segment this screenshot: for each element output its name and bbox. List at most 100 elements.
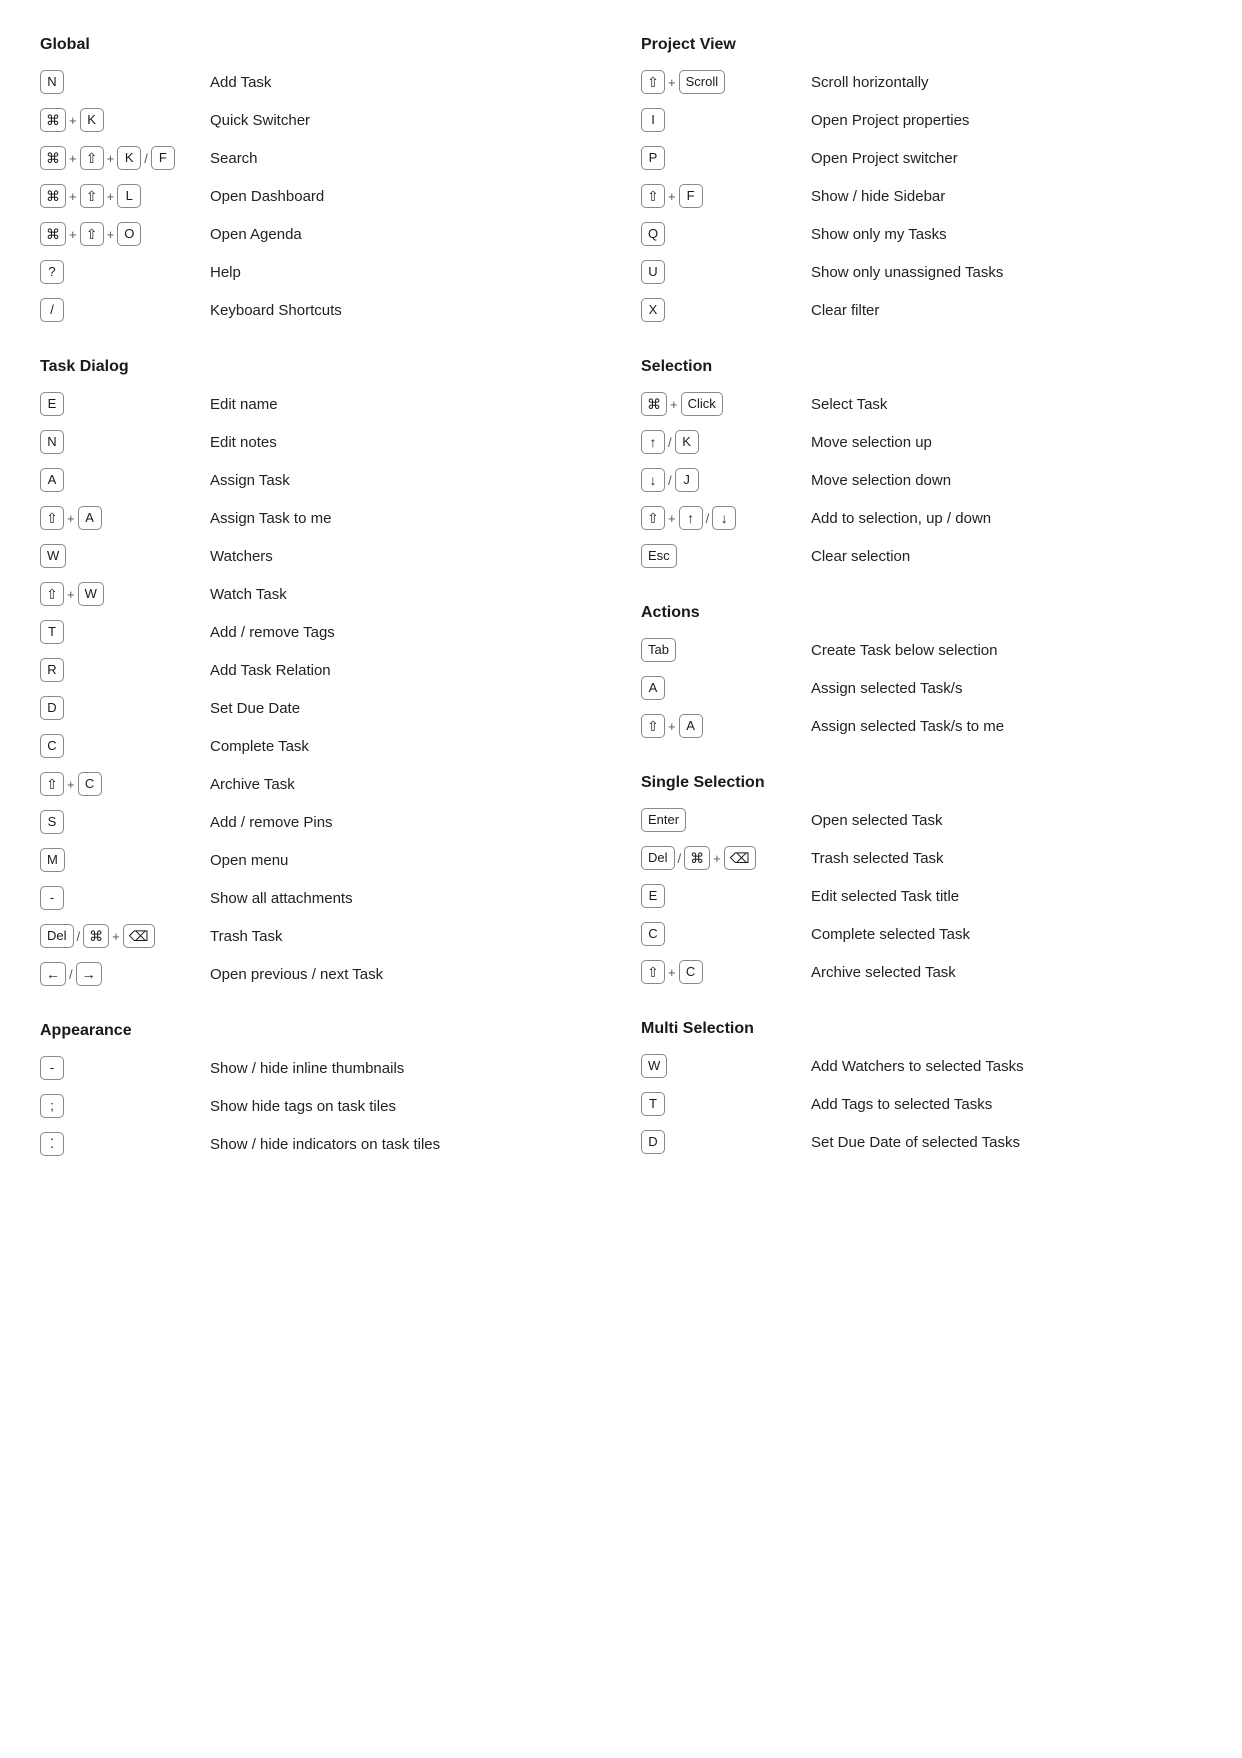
key-symbol: ⇧ — [80, 222, 104, 246]
key-separator: + — [107, 151, 115, 166]
task-dialog-title: Task Dialog — [40, 358, 601, 376]
key-label: K — [117, 146, 141, 170]
shortcut-keys: T — [641, 1092, 811, 1116]
shortcut-keys: C — [40, 734, 210, 758]
key-separator: + — [668, 511, 676, 526]
shortcut-row: XClear filter — [641, 298, 1202, 326]
shortcut-keys: ⇧+↑/↓ — [641, 506, 811, 530]
shortcut-description: Add Task — [210, 70, 601, 93]
shortcut-description: Open previous / next Task — [210, 962, 601, 985]
shortcut-keys: Esc — [641, 544, 811, 568]
key-label: O — [117, 222, 141, 246]
shortcut-description: Move selection up — [811, 430, 1202, 453]
shortcut-description: Show / hide Sidebar — [811, 184, 1202, 207]
shortcut-row: TAdd / remove Tags — [40, 620, 601, 648]
key-label: - — [40, 1056, 64, 1080]
shortcut-row: ⇧+ScrollScroll horizontally — [641, 70, 1202, 98]
key-symbol: ⇧ — [641, 506, 665, 530]
shortcut-row: ↑/KMove selection up — [641, 430, 1202, 458]
key-separator: / — [678, 851, 682, 866]
actions-title: Actions — [641, 604, 1202, 622]
shortcut-description: Show all attachments — [210, 886, 601, 909]
shortcut-description: Show only my Tasks — [811, 222, 1202, 245]
key-label: M — [40, 848, 65, 872]
shortcut-row: ⇧+AAssign Task to me — [40, 506, 601, 534]
shortcut-row: CComplete Task — [40, 734, 601, 762]
key-separator: + — [67, 511, 75, 526]
key-symbol: ⌫ — [724, 846, 756, 870]
shortcut-keys: ⇧+C — [641, 960, 811, 984]
shortcut-description: Edit selected Task title — [811, 884, 1202, 907]
shortcut-keys: N — [40, 430, 210, 454]
shortcut-keys: E — [641, 884, 811, 908]
shortcut-keys: - — [40, 1056, 210, 1080]
shortcut-description: Show / hide inline thumbnails — [210, 1056, 601, 1079]
key-separator: / — [668, 435, 672, 450]
key-label: W — [78, 582, 104, 606]
key-label: A — [40, 468, 64, 492]
key-symbol: → — [76, 962, 102, 986]
shortcut-description: Edit name — [210, 392, 601, 415]
shortcut-description: Move selection down — [811, 468, 1202, 491]
shortcut-keys: D — [641, 1130, 811, 1154]
key-label: Scroll — [679, 70, 726, 94]
shortcut-keys: S — [40, 810, 210, 834]
shortcut-description: Open selected Task — [811, 808, 1202, 831]
selection-shortcuts: ⌘+ClickSelect Task↑/KMove selection up↓/… — [641, 392, 1202, 572]
key-label: U — [641, 260, 665, 284]
shortcut-description: Trash selected Task — [811, 846, 1202, 869]
key-label: F — [151, 146, 175, 170]
shortcut-row: EscClear selection — [641, 544, 1202, 572]
shortcut-row: ⌘+KQuick Switcher — [40, 108, 601, 136]
key-symbol: ⌘ — [40, 222, 66, 246]
shortcut-row: ⇧+AAssign selected Task/s to me — [641, 714, 1202, 742]
shortcut-keys: ⌘+⇧+O — [40, 222, 210, 246]
shortcut-keys: N — [40, 70, 210, 94]
shortcut-description: Add / remove Tags — [210, 620, 601, 643]
key-symbol: ⌫ — [123, 924, 155, 948]
key-separator: + — [69, 189, 77, 204]
shortcut-keys: D — [40, 696, 210, 720]
key-symbol: ⇧ — [40, 772, 64, 796]
shortcut-row: DSet Due Date — [40, 696, 601, 724]
key-label: ⁚ — [40, 1132, 64, 1156]
key-label: E — [641, 884, 665, 908]
shortcut-keys: ↑/K — [641, 430, 811, 454]
shortcut-row: /Keyboard Shortcuts — [40, 298, 601, 326]
key-label: A — [679, 714, 703, 738]
shortcut-description: Assign Task to me — [210, 506, 601, 529]
shortcut-row: WAdd Watchers to selected Tasks — [641, 1054, 1202, 1082]
key-label: K — [80, 108, 104, 132]
key-separator: + — [668, 189, 676, 204]
key-symbol: ↓ — [712, 506, 736, 530]
shortcut-row: ⇧+CArchive selected Task — [641, 960, 1202, 988]
single-selection-title: Single Selection — [641, 774, 1202, 792]
shortcut-keys: M — [40, 848, 210, 872]
shortcut-description: Open Project properties — [811, 108, 1202, 131]
shortcut-keys: E — [40, 392, 210, 416]
key-separator: + — [668, 965, 676, 980]
single-selection-section: Single Selection EnterOpen selected Task… — [641, 774, 1202, 988]
shortcut-description: Open Project switcher — [811, 146, 1202, 169]
shortcut-description: Archive Task — [210, 772, 601, 795]
shortcut-description: Help — [210, 260, 601, 283]
key-label: E — [40, 392, 64, 416]
shortcut-row: POpen Project switcher — [641, 146, 1202, 174]
shortcut-keys: T — [40, 620, 210, 644]
key-label: W — [40, 544, 66, 568]
key-symbol: ⌘ — [40, 146, 66, 170]
key-separator: / — [144, 151, 148, 166]
key-symbol: ↓ — [641, 468, 665, 492]
key-label: D — [641, 1130, 665, 1154]
shortcut-keys: C — [641, 922, 811, 946]
key-label: - — [40, 886, 64, 910]
project-view-title: Project View — [641, 36, 1202, 54]
key-separator: + — [69, 151, 77, 166]
key-label: Del — [40, 924, 74, 948]
shortcut-row: E Edit name — [40, 392, 601, 420]
shortcut-keys: Enter — [641, 808, 811, 832]
shortcut-description: Open Dashboard — [210, 184, 601, 207]
shortcut-keys: ⇧+C — [40, 772, 210, 796]
key-label: L — [117, 184, 141, 208]
global-shortcuts: NAdd Task⌘+KQuick Switcher⌘+⇧+K/FSearch⌘… — [40, 70, 601, 326]
